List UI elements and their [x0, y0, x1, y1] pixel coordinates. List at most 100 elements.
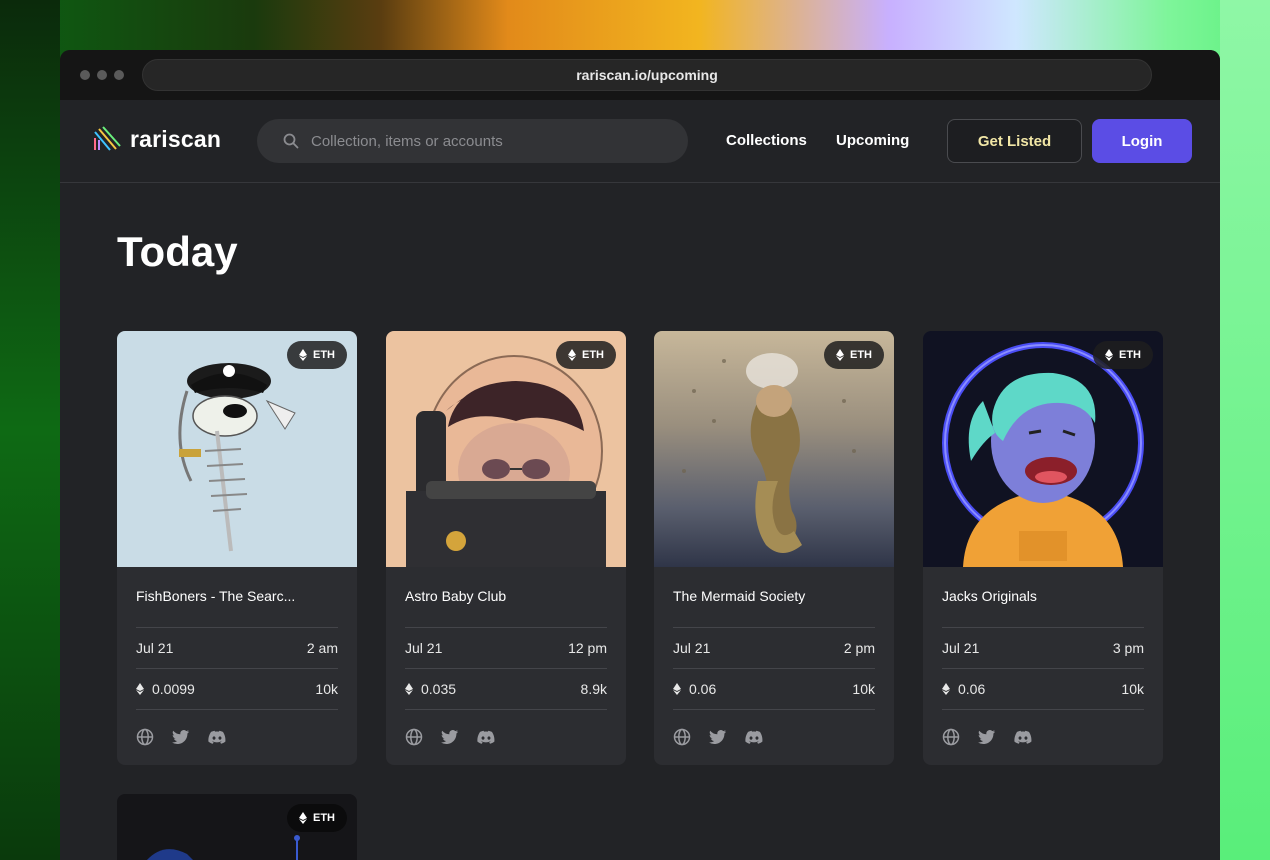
eth-icon [299, 349, 307, 361]
divider [136, 709, 338, 710]
launch-date: Jul 21 [405, 640, 443, 656]
chain-badge: ETH [1093, 341, 1153, 369]
collection-name[interactable]: Astro Baby Club [405, 588, 506, 604]
launch-date-row: Jul 21 2 pm [673, 627, 875, 668]
eth-icon [405, 683, 413, 695]
twitter-icon[interactable] [172, 728, 190, 746]
collection-image[interactable]: ETH [386, 331, 626, 567]
nav-upcoming-link[interactable]: Upcoming [836, 132, 909, 149]
chain-badge: ETH [824, 341, 884, 369]
collection-card[interactable]: ETH FishBoners - The Searc... Jul 21 2 a… [117, 331, 357, 765]
nav-collections-link[interactable]: Collections [726, 132, 807, 149]
supply: 8.9k [580, 681, 607, 697]
price-value: 0.035 [421, 681, 457, 697]
collection-name[interactable]: Jacks Originals [942, 588, 1037, 604]
collection-image[interactable]: ETH [117, 331, 357, 567]
chain-badge: ETH [287, 804, 347, 832]
page-title: Today [117, 228, 238, 275]
globe-icon[interactable] [673, 728, 691, 746]
price-value: 0.06 [689, 681, 717, 697]
twitter-icon[interactable] [441, 728, 459, 746]
supply: 10k [315, 681, 338, 697]
window-dot[interactable] [114, 70, 124, 80]
launch-date: Jul 21 [136, 640, 174, 656]
launch-time: 2 am [306, 640, 338, 656]
divider [673, 709, 875, 710]
launch-date-row: Jul 21 3 pm [942, 627, 1144, 668]
chain-label: ETH [850, 349, 872, 361]
price-value: 0.06 [958, 681, 986, 697]
mint-price: 0.035 [405, 681, 456, 697]
get-listed-button[interactable]: Get Listed [947, 119, 1082, 163]
launch-date: Jul 21 [673, 640, 711, 656]
eth-icon [836, 349, 844, 361]
chain-label: ETH [313, 812, 335, 824]
eth-icon [1105, 349, 1113, 361]
logo[interactable]: rariscan [92, 124, 221, 154]
background-left [0, 0, 60, 860]
window-dot[interactable] [80, 70, 90, 80]
social-links [136, 728, 226, 746]
twitter-icon[interactable] [978, 728, 996, 746]
social-links [405, 728, 495, 746]
supply: 10k [852, 681, 875, 697]
collection-card[interactable]: ETH The Mermaid Society Jul 21 2 pm 0.06… [654, 331, 894, 765]
collection-image[interactable]: ETH [654, 331, 894, 567]
divider [405, 709, 607, 710]
launch-time: 3 pm [1112, 640, 1144, 656]
chain-label: ETH [313, 349, 335, 361]
social-links [673, 728, 763, 746]
search-input[interactable] [311, 132, 671, 150]
social-links [942, 728, 1032, 746]
collection-card[interactable]: ETH Astro Baby Club Jul 21 12 pm 0.035 8… [386, 331, 626, 765]
mint-price: 0.06 [942, 681, 985, 697]
launch-time: 2 pm [843, 640, 875, 656]
browser-titlebar: rariscan.io/upcoming [60, 50, 1220, 100]
chain-label: ETH [582, 349, 604, 361]
globe-icon[interactable] [942, 728, 960, 746]
launch-date: Jul 21 [942, 640, 980, 656]
launch-date-row: Jul 21 12 pm [405, 627, 607, 668]
mint-price: 0.06 [673, 681, 716, 697]
brand-name: rariscan [130, 125, 222, 152]
globe-icon[interactable] [405, 728, 423, 746]
eth-icon [568, 349, 576, 361]
globe-icon[interactable] [136, 728, 154, 746]
divider [942, 709, 1144, 710]
price-supply-row: 0.0099 10k [136, 668, 338, 709]
search-icon [283, 133, 299, 149]
discord-icon[interactable] [1014, 728, 1032, 746]
window-dot[interactable] [97, 70, 107, 80]
collection-name[interactable]: FishBoners - The Searc... [136, 588, 295, 604]
chain-badge: ETH [556, 341, 616, 369]
discord-icon[interactable] [208, 728, 226, 746]
collection-name[interactable]: The Mermaid Society [673, 588, 805, 604]
price-supply-row: 0.06 10k [673, 668, 875, 709]
price-supply-row: 0.035 8.9k [405, 668, 607, 709]
discord-icon[interactable] [477, 728, 495, 746]
eth-icon [673, 683, 681, 695]
eth-icon [136, 683, 144, 695]
chain-label: ETH [1119, 349, 1141, 361]
eth-icon [299, 812, 307, 824]
rariscan-logo-icon [94, 126, 121, 151]
supply: 10k [1121, 681, 1144, 697]
mint-price: 0.0099 [136, 681, 195, 697]
chain-badge: ETH [287, 341, 347, 369]
launch-date-row: Jul 21 2 am [136, 627, 338, 668]
collection-card[interactable]: ETH [117, 794, 357, 860]
login-button[interactable]: Login [1092, 119, 1192, 163]
launch-time: 12 pm [568, 640, 607, 656]
price-supply-row: 0.06 10k [942, 668, 1144, 709]
url-text: rariscan.io/upcoming [576, 67, 718, 83]
search-bar[interactable] [257, 119, 688, 163]
browser-window: rariscan.io/upcoming rariscan Collection… [60, 50, 1220, 860]
eth-icon [942, 683, 950, 695]
price-value: 0.0099 [152, 681, 195, 697]
twitter-icon[interactable] [709, 728, 727, 746]
collection-image[interactable]: ETH [923, 331, 1163, 567]
collection-card[interactable]: ETH Jacks Originals Jul 21 3 pm 0.06 10k [923, 331, 1163, 765]
background-right [1220, 0, 1270, 860]
url-bar[interactable]: rariscan.io/upcoming [142, 59, 1152, 91]
discord-icon[interactable] [745, 728, 763, 746]
